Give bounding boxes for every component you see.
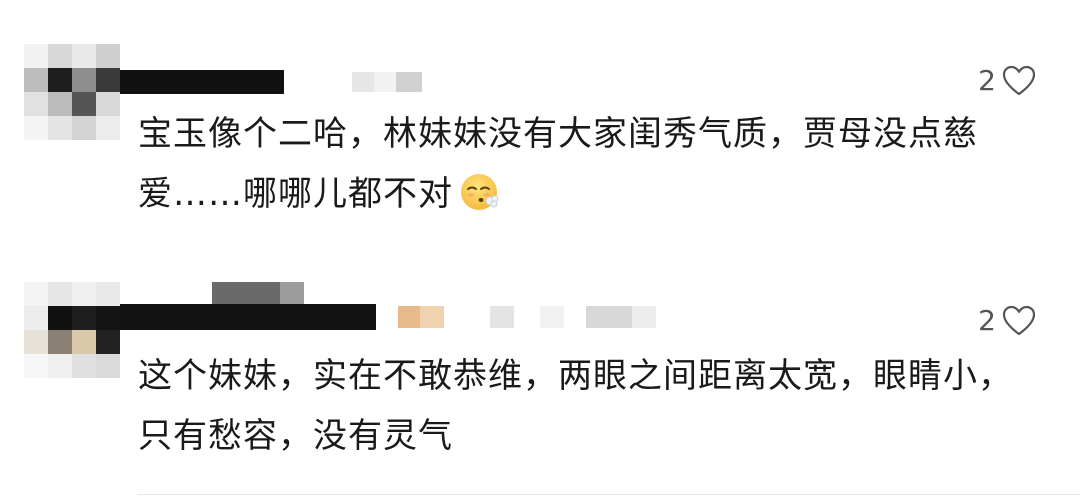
- comment-text: 这个妹妹，实在不敢恭维，两眼之间距离太宽，眼睛小，只有愁容，没有灵气: [138, 356, 1013, 456]
- comment-list: 2 宝玉像个二哈，林妹妹没有大家闺秀气质，贾母没点慈爱……哪哪儿都不对 2 这个…: [0, 0, 1080, 499]
- username-pixelated[interactable]: [120, 282, 660, 330]
- like-count: 2: [978, 304, 996, 337]
- avatar-pixelated[interactable]: [24, 44, 120, 140]
- like-count: 2: [978, 64, 996, 97]
- avatar-pixelated[interactable]: [24, 282, 120, 378]
- heart-icon[interactable]: [1002, 65, 1036, 97]
- divider: [138, 494, 1080, 495]
- face-exhaling-emoji: [461, 174, 499, 210]
- comment-text: 宝玉像个二哈，林妹妹没有大家闺秀气质，贾母没点慈爱……哪哪儿都不对: [138, 114, 978, 214]
- username-pixelated[interactable]: [120, 70, 430, 94]
- like-control[interactable]: 2: [978, 304, 1036, 337]
- comment-body: 宝玉像个二哈，林妹妹没有大家闺秀气质，贾母没点慈爱……哪哪儿都不对: [138, 104, 1038, 224]
- comment-body: 这个妹妹，实在不敢恭维，两眼之间距离太宽，眼睛小，只有愁容，没有灵气: [138, 346, 1038, 466]
- like-control[interactable]: 2: [978, 64, 1036, 97]
- heart-icon[interactable]: [1002, 305, 1036, 337]
